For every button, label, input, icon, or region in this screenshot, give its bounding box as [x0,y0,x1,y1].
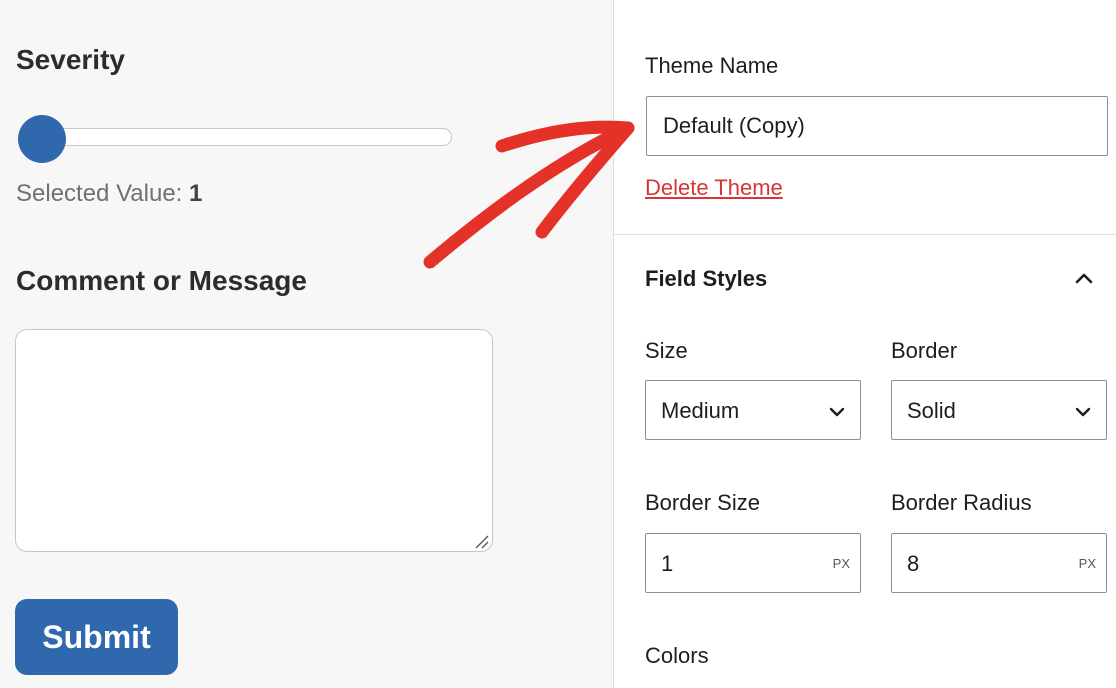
severity-slider-thumb[interactable] [18,115,66,163]
border-size-value: 1 [661,551,674,576]
theme-settings-panel: Theme Name Delete Theme Field Styles Siz… [614,0,1116,688]
border-radius-unit: PX [1078,556,1096,571]
theme-name-label: Theme Name [645,53,779,78]
chevron-up-icon[interactable] [1068,262,1100,294]
colors-label: Colors [645,643,709,668]
comment-textarea[interactable] [15,329,493,552]
field-styles-title[interactable]: Field Styles [645,266,767,292]
resize-grip-icon[interactable] [473,533,489,549]
chevron-down-icon [1075,407,1091,417]
size-label: Size [645,338,688,363]
comment-heading: Comment or Message [16,265,307,296]
app-screen: Severity Selected Value: 1 Comment or Me… [0,0,1116,688]
border-radius-label: Border Radius [891,490,1032,515]
severity-heading: Severity [16,44,125,75]
size-select-value: Medium [661,398,740,423]
chevron-down-icon [829,407,845,417]
border-size-unit: PX [832,556,850,571]
border-size-label: Border Size [645,490,760,515]
theme-name-input[interactable] [646,96,1108,156]
selected-value-text: Selected Value: 1 [16,180,202,208]
delete-theme-link[interactable]: Delete Theme [645,175,783,201]
severity-slider-track[interactable] [20,128,452,146]
size-select[interactable]: Medium [645,380,861,440]
border-label: Border [891,338,958,363]
border-select[interactable]: Solid [891,380,1107,440]
border-select-value: Solid [907,398,956,423]
border-radius-value: 8 [907,551,920,576]
panel-divider [614,234,1116,235]
arrow-annotation [423,120,635,269]
border-size-input[interactable]: 1 PX [645,533,861,593]
selected-value-label: Selected Value: [16,180,190,207]
selected-value-number: 1 [189,180,203,207]
submit-button[interactable]: Submit [15,599,178,675]
border-radius-input[interactable]: 8 PX [891,533,1107,593]
